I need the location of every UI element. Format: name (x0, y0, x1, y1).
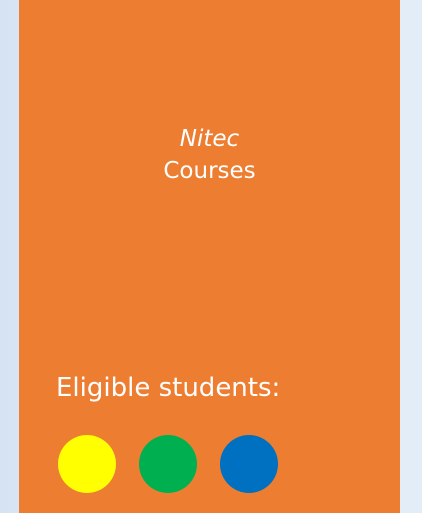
eligible-students-label: Eligible students: (56, 373, 281, 403)
courses-label: Courses (163, 158, 256, 184)
yellow-circle-icon (58, 435, 116, 493)
course-card: Nitec Courses Eligible students: (19, 0, 400, 513)
course-type-label: Nitec (179, 126, 240, 152)
course-title: Nitec Courses (19, 123, 400, 187)
eligible-dots (58, 435, 278, 493)
blue-circle-icon (220, 435, 278, 493)
green-circle-icon (139, 435, 197, 493)
